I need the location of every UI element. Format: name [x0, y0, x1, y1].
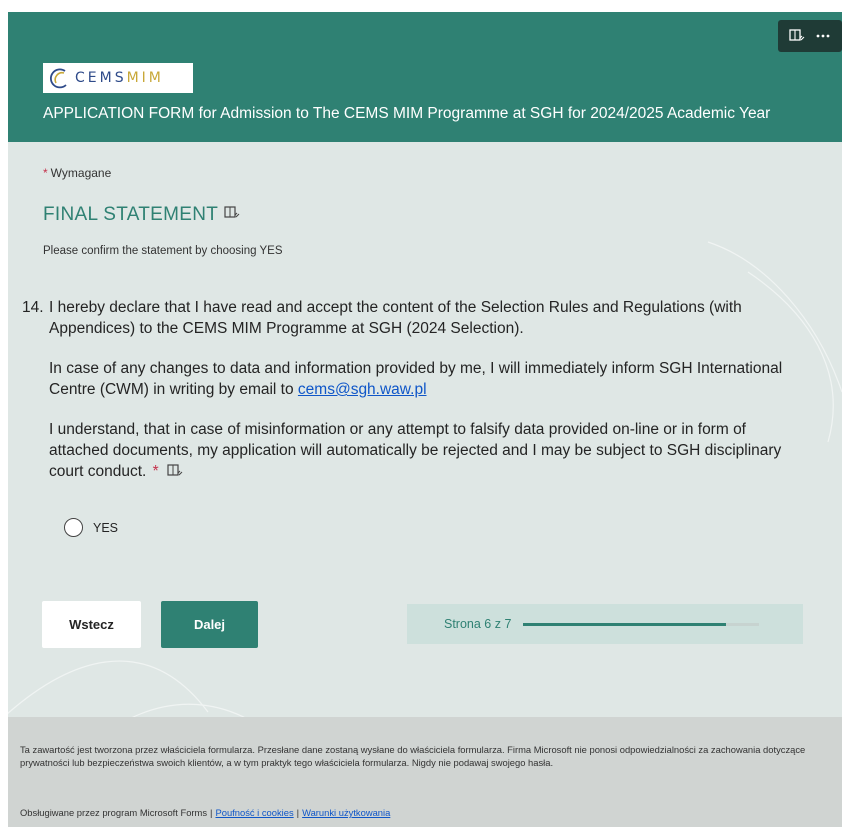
required-note-text: Wymagane — [50, 166, 112, 180]
footer: Ta zawartość jest tworzona przez właścic… — [8, 717, 842, 827]
progress-bar — [523, 622, 760, 626]
form-page: CEMSMIM APPLICATION FORM for Admission t… — [8, 12, 842, 827]
required-star: * — [43, 166, 48, 180]
question-paragraph-3: I understand, that in case of misinforma… — [49, 419, 802, 484]
footer-separator: | — [210, 807, 213, 818]
section-title-text: FINAL STATEMENT — [43, 204, 219, 225]
footer-links: Obsługiwane przez program Microsoft Form… — [20, 807, 390, 818]
option-yes[interactable]: YES — [64, 518, 118, 537]
header-toolbar — [778, 20, 842, 52]
section-description: Please confirm the statement by choosing… — [43, 245, 283, 257]
cems-mim-logo: CEMSMIM — [43, 63, 193, 93]
cems-logo-mark-icon — [49, 68, 67, 89]
next-button[interactable]: Dalej — [161, 601, 258, 648]
question-paragraph-2: In case of any changes to data and infor… — [49, 358, 802, 400]
question-required-star: * — [152, 463, 159, 480]
back-button[interactable]: Wstecz — [42, 601, 141, 648]
footer-disclaimer: Ta zawartość jest tworzona przez właścic… — [20, 744, 806, 768]
terms-link[interactable]: Warunki użytkowania — [302, 807, 390, 818]
form-title: APPLICATION FORM for Admission to The CE… — [43, 105, 771, 122]
privacy-link[interactable]: Poufność i cookies — [215, 807, 293, 818]
logo-mim: MIM — [126, 70, 164, 86]
email-link[interactable]: cems@sgh.waw.pl — [298, 381, 427, 398]
question-paragraph-1: I hereby declare that I have read and ac… — [49, 299, 742, 337]
more-options-icon[interactable] — [812, 25, 834, 47]
logo-text: CEMSMIM — [75, 70, 164, 86]
immersive-reader-icon[interactable] — [167, 463, 183, 484]
radio-button[interactable] — [64, 518, 83, 537]
progress-text: Strona 6 z 7 — [444, 617, 512, 631]
powered-by-text: Obsługiwane przez program Microsoft Form… — [20, 807, 208, 818]
form-header: CEMSMIM APPLICATION FORM for Admission t… — [8, 12, 842, 142]
footer-separator: | — [296, 807, 300, 818]
question-body: I hereby declare that I have read and ac… — [49, 297, 802, 484]
section-title: FINAL STATEMENT — [43, 204, 240, 226]
progress-indicator: Strona 6 z 7 — [407, 604, 803, 644]
progress-bar-fill — [523, 622, 726, 626]
option-label: YES — [93, 520, 119, 535]
immersive-reader-icon[interactable] — [224, 204, 240, 226]
logo-cems: CEMS — [75, 70, 127, 86]
required-note: * Wymagane — [43, 166, 111, 180]
question-number: 14. — [22, 299, 44, 316]
immersive-reader-icon[interactable] — [786, 25, 808, 47]
question-14: 14. I hereby declare that I have read an… — [22, 297, 802, 503]
